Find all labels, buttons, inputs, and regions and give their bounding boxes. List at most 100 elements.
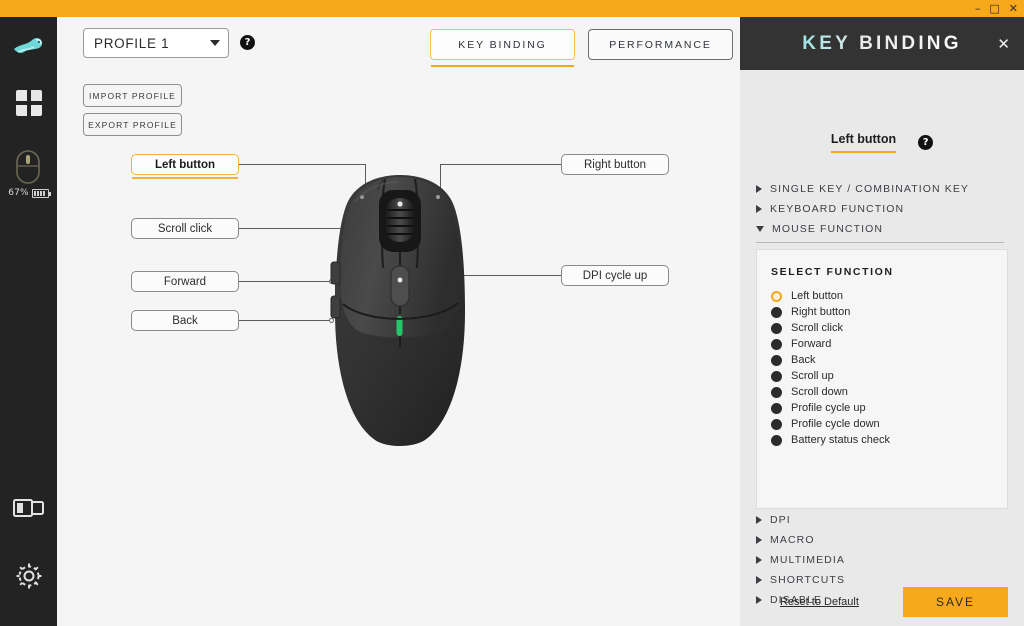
- radio-icon: [771, 418, 782, 430]
- radio-icon: [771, 434, 782, 446]
- reset-to-default-link[interactable]: Reset to Default: [780, 596, 859, 608]
- export-profile-button[interactable]: EXPORT PROFILE: [83, 113, 182, 136]
- chevron-right-icon: [756, 536, 762, 544]
- accordion-keyboard-function-label: KEYBOARD FUNCTION: [770, 203, 905, 215]
- chip-back[interactable]: Back: [131, 310, 239, 331]
- tab-performance[interactable]: PERFORMANCE: [588, 29, 733, 60]
- function-label: Back: [791, 354, 816, 366]
- function-label: Scroll click: [791, 322, 843, 334]
- select-function-card: SELECT FUNCTION Left button Right button…: [756, 249, 1008, 509]
- save-button[interactable]: SAVE: [903, 587, 1008, 617]
- leader-right-button: [440, 164, 561, 165]
- current-button-tab: Left button ?: [740, 132, 1024, 153]
- accordion-single-key[interactable]: SINGLE KEY / COMBINATION KEY: [756, 183, 1004, 195]
- function-option-battery-status-check[interactable]: Battery status check: [757, 432, 1007, 448]
- select-function-title: SELECT FUNCTION: [771, 266, 894, 278]
- panel-title: KEY BINDING: [802, 32, 962, 54]
- chip-left-button[interactable]: Left button: [131, 154, 239, 179]
- accordion-shortcuts[interactable]: SHORTCUTS: [756, 574, 845, 586]
- radio-icon: [771, 370, 782, 382]
- mouse-device-icon: [16, 150, 41, 184]
- chevron-down-icon: [210, 40, 220, 46]
- radio-icon: [771, 338, 782, 350]
- function-option-scroll-click[interactable]: Scroll click: [757, 320, 1007, 336]
- mouse-illustration: [315, 172, 485, 452]
- function-option-profile-cycle-down[interactable]: Profile cycle down: [757, 416, 1007, 432]
- pegasus-logo: [9, 29, 49, 63]
- battery-status: 67%: [8, 188, 51, 198]
- function-label: Profile cycle down: [791, 418, 880, 430]
- function-label: Battery status check: [791, 434, 891, 446]
- panel-body: Left button ? SINGLE KEY / COMBINATION K…: [740, 70, 1024, 626]
- profile-select-value: PROFILE 1: [94, 35, 170, 51]
- accordion-shortcuts-label: SHORTCUTS: [770, 574, 846, 586]
- tab-key-binding[interactable]: KEY BINDING: [430, 29, 575, 67]
- chevron-right-icon: [756, 185, 762, 193]
- function-option-back[interactable]: Back: [757, 352, 1007, 368]
- title-bar: – □ ✕: [0, 0, 1024, 17]
- sidebar-item-dock[interactable]: [7, 486, 51, 530]
- accordion-mouse-function-label: MOUSE FUNCTION: [772, 223, 884, 235]
- leader-left-button: [239, 164, 366, 165]
- function-option-forward[interactable]: Forward: [757, 336, 1007, 352]
- radio-icon: [771, 322, 782, 334]
- chevron-right-icon: [756, 516, 762, 524]
- dock-icon: [12, 499, 44, 517]
- chevron-right-icon: [756, 576, 762, 584]
- devices-grid-icon: [15, 90, 42, 116]
- function-option-scroll-up[interactable]: Scroll up: [757, 368, 1007, 384]
- function-option-scroll-down[interactable]: Scroll down: [757, 384, 1007, 400]
- current-button-label: Left button: [830, 132, 897, 153]
- binding-help-icon[interactable]: ?: [918, 135, 934, 150]
- accordion-mouse-function[interactable]: MOUSE FUNCTION: [756, 223, 1004, 243]
- sidebar-item-settings[interactable]: [7, 554, 51, 598]
- battery-icon: [31, 188, 51, 198]
- profile-help-icon[interactable]: ?: [240, 35, 255, 50]
- sidebar-item-mouse-device[interactable]: 67%: [8, 149, 51, 198]
- chip-right-button[interactable]: Right button: [561, 154, 669, 175]
- accordion-dpi[interactable]: DPI: [756, 514, 791, 526]
- function-label: Forward: [791, 338, 832, 350]
- chip-forward[interactable]: Forward: [131, 271, 239, 292]
- sidebar-item-devices[interactable]: [7, 81, 51, 125]
- maximize-icon[interactable]: □: [989, 3, 999, 14]
- chevron-right-icon: [756, 596, 762, 604]
- accordion-macro-label: MACRO: [770, 534, 815, 546]
- function-label: Scroll up: [791, 370, 834, 382]
- accordion-macro[interactable]: MACRO: [756, 534, 815, 546]
- accordion-multimedia[interactable]: MULTIMEDIA: [756, 554, 845, 566]
- key-binding-panel: KEY BINDING ✕ Left button ? SINGLE KEY /…: [740, 17, 1024, 626]
- close-icon[interactable]: ✕: [1009, 3, 1018, 14]
- minimize-icon[interactable]: –: [975, 3, 981, 14]
- accordion-single-key-label: SINGLE KEY / COMBINATION KEY: [770, 183, 970, 195]
- accordion-dpi-label: DPI: [770, 514, 791, 526]
- chevron-down-icon: [756, 226, 764, 232]
- function-option-right-button[interactable]: Right button: [757, 304, 1007, 320]
- panel-header: KEY BINDING ✕: [740, 17, 1024, 70]
- function-label: Right button: [791, 306, 851, 318]
- sidebar: 67%: [0, 17, 57, 626]
- function-option-profile-cycle-up[interactable]: Profile cycle up: [757, 400, 1007, 416]
- function-label: Profile cycle up: [791, 402, 866, 414]
- chip-scroll-click[interactable]: Scroll click: [131, 218, 239, 239]
- function-label: Left button: [791, 290, 843, 302]
- window-controls: – □ ✕: [975, 0, 1018, 17]
- app-window: – □ ✕ 67% PROFILE 1 ? IMPORT PROFILE EXP…: [0, 0, 1024, 626]
- function-label: Scroll down: [791, 386, 848, 398]
- profile-select[interactable]: PROFILE 1: [83, 28, 229, 58]
- battery-percent: 67%: [8, 188, 29, 198]
- chevron-right-icon: [756, 556, 762, 564]
- settings-gear-icon: [16, 563, 41, 589]
- chevron-right-icon: [756, 205, 762, 213]
- main-tabs: KEY BINDING PERFORMANCE: [430, 29, 733, 67]
- radio-icon: [771, 354, 782, 366]
- function-option-left-button[interactable]: Left button: [757, 288, 1007, 304]
- radio-icon: [771, 386, 782, 398]
- chip-dpi-cycle-up[interactable]: DPI cycle up: [561, 265, 669, 286]
- panel-close-icon[interactable]: ✕: [997, 35, 1010, 53]
- accordion-keyboard-function[interactable]: KEYBOARD FUNCTION: [756, 203, 1004, 215]
- radio-icon-selected: [771, 290, 782, 302]
- main-content: PROFILE 1 ? IMPORT PROFILE EXPORT PROFIL…: [57, 17, 740, 626]
- import-profile-button[interactable]: IMPORT PROFILE: [83, 84, 182, 107]
- radio-icon: [771, 402, 782, 414]
